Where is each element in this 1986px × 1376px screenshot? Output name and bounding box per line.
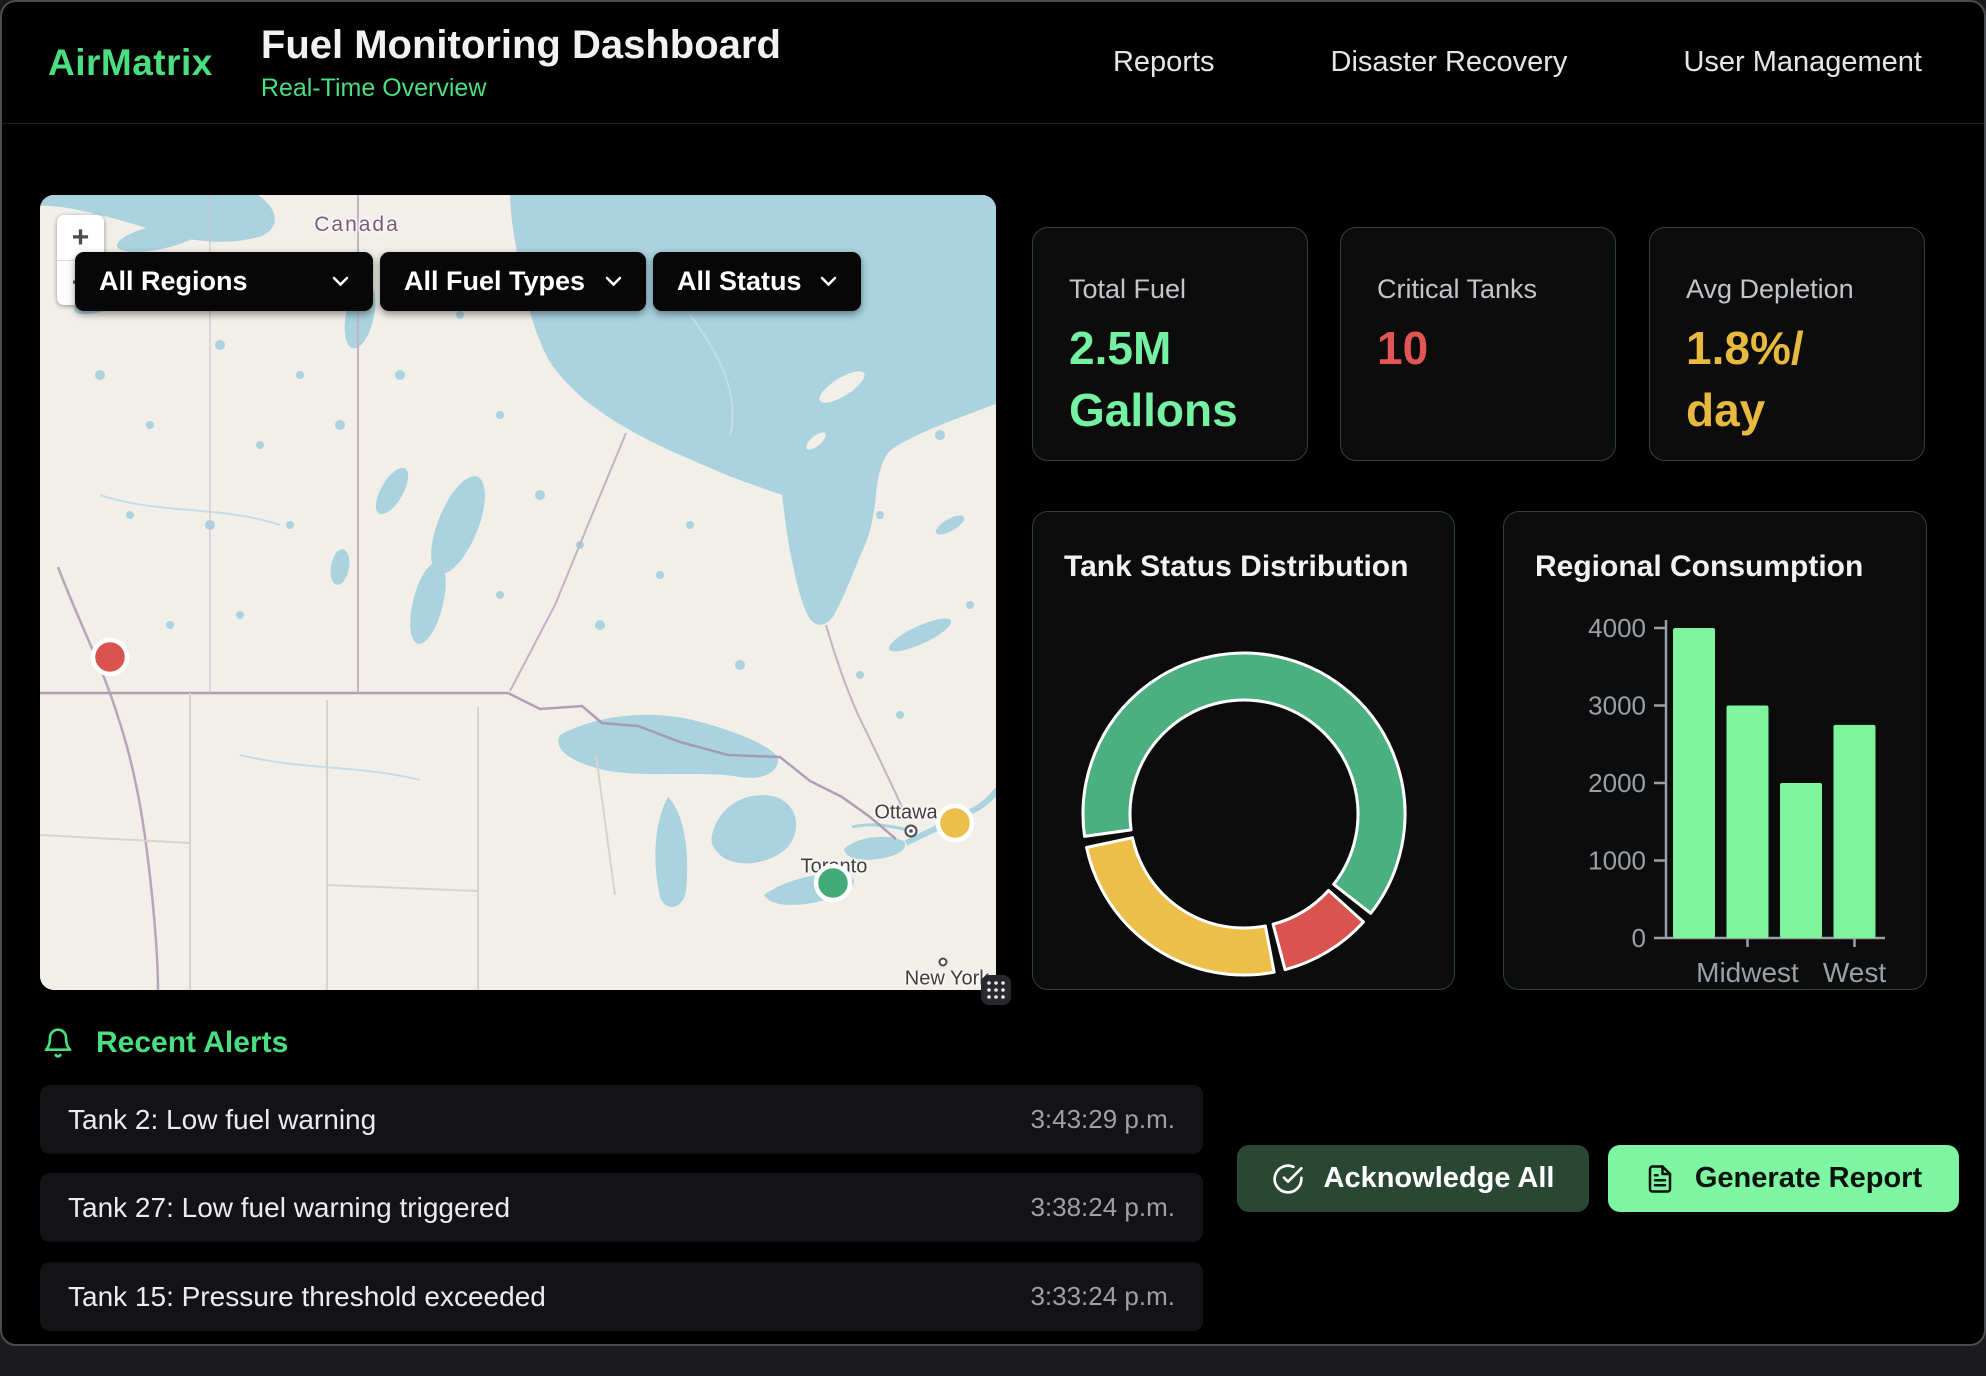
stat-card-avg-depletion: Avg Depletion 1.8%/day (1649, 227, 1925, 461)
stat-label: Total Fuel (1069, 274, 1307, 305)
alert-timestamp: 3:43:29 p.m. (1030, 1104, 1175, 1135)
tank-marker-critical[interactable] (93, 640, 127, 674)
chevron-down-icon (332, 276, 349, 287)
chevron-down-icon (605, 276, 622, 287)
alert-message: Tank 27: Low fuel warning triggered (68, 1192, 510, 1224)
regional-consumption-bar-chart: 0 1000 2000 3000 4000 Midwest West (1504, 512, 1928, 991)
fuel-type-filter-select[interactable]: All Fuel Types (380, 252, 646, 311)
chevron-down-icon (820, 276, 837, 287)
header: AirMatrix Fuel Monitoring Dashboard Real… (2, 2, 1984, 124)
stat-value: 2.5MGallons (1069, 317, 1271, 441)
svg-text:4000: 4000 (1588, 613, 1646, 643)
main-nav: Reports Disaster Recovery User Managemen… (1113, 46, 1922, 79)
recent-alerts-title: Recent Alerts (96, 1026, 288, 1060)
generate-report-label: Generate Report (1695, 1162, 1922, 1195)
status-filter-value: All Status (677, 266, 802, 297)
stat-card-critical-tanks: Critical Tanks 10 (1340, 227, 1616, 461)
status-filter-select[interactable]: All Status (653, 252, 861, 311)
generate-report-button[interactable]: Generate Report (1608, 1145, 1959, 1212)
nav-user-management[interactable]: User Management (1683, 46, 1922, 79)
acknowledge-all-label: Acknowledge All (1324, 1162, 1555, 1195)
nav-disaster-recovery[interactable]: Disaster Recovery (1331, 46, 1568, 79)
page-title-block: Fuel Monitoring Dashboard Real-Time Over… (261, 23, 781, 103)
alert-timestamp: 3:38:24 p.m. (1030, 1192, 1175, 1223)
svg-text:3000: 3000 (1588, 691, 1646, 721)
dashboard-root: AirMatrix Fuel Monitoring Dashboard Real… (0, 0, 1986, 1346)
region-filter-value: All Regions (99, 266, 248, 297)
alert-row[interactable]: Tank 2: Low fuel warning 3:43:29 p.m. (40, 1085, 1203, 1154)
region-filter-select[interactable]: All Regions (75, 252, 373, 311)
alert-timestamp: 3:33:24 p.m. (1030, 1281, 1175, 1312)
page-title: Fuel Monitoring Dashboard (261, 23, 781, 68)
acknowledge-all-button[interactable]: Acknowledge All (1237, 1145, 1589, 1212)
bell-icon (42, 1027, 74, 1059)
tank-marker-normal[interactable] (816, 866, 850, 900)
stat-value: 10 (1377, 317, 1579, 379)
tank-status-donut-chart (1033, 512, 1456, 991)
tank-status-chart-card: Tank Status Distribution (1032, 511, 1455, 990)
svg-text:0: 0 (1632, 923, 1646, 953)
page-subtitle: Real-Time Overview (261, 74, 781, 103)
nav-reports[interactable]: Reports (1113, 46, 1215, 79)
map-resize-handle[interactable] (981, 975, 1011, 1005)
stat-card-total-fuel: Total Fuel 2.5MGallons (1032, 227, 1308, 461)
svg-text:Midwest: Midwest (1696, 957, 1799, 988)
file-text-icon (1645, 1164, 1675, 1194)
stat-label: Avg Depletion (1686, 274, 1924, 305)
map-filter-bar: All Regions All Fuel Types All Status (75, 252, 861, 311)
alert-message: Tank 2: Low fuel warning (68, 1104, 376, 1136)
regional-consumption-chart-card: Regional Consumption 01000200030004000Mi… (1503, 511, 1927, 990)
alert-row[interactable]: Tank 15: Pressure threshold exceeded 3:3… (40, 1262, 1203, 1331)
svg-text:1000: 1000 (1588, 846, 1646, 876)
recent-alerts-header: Recent Alerts (42, 1026, 288, 1060)
brand-logo[interactable]: AirMatrix (48, 42, 213, 84)
alert-row[interactable]: Tank 27: Low fuel warning triggered 3:38… (40, 1173, 1203, 1242)
alert-message: Tank 15: Pressure threshold exceeded (68, 1281, 546, 1313)
stat-label: Critical Tanks (1377, 274, 1615, 305)
svg-text:2000: 2000 (1588, 768, 1646, 798)
svg-text:West: West (1823, 957, 1886, 988)
tank-markers-layer (40, 195, 996, 990)
stat-value: 1.8%/day (1686, 317, 1888, 441)
check-circle-icon (1272, 1163, 1304, 1195)
drag-dots-icon (985, 979, 1007, 1001)
map-panel[interactable]: Canada Ottawa Toronto New York + − All R… (40, 195, 996, 990)
fuel-type-filter-value: All Fuel Types (404, 266, 585, 297)
tank-marker-warning[interactable] (938, 806, 972, 840)
